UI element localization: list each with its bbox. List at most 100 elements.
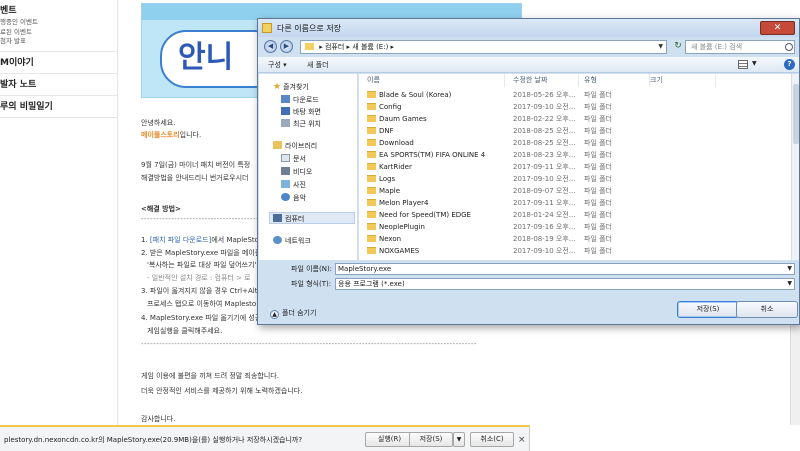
nav-videos[interactable]: 비디오 bbox=[281, 167, 312, 177]
view-dropdown-icon[interactable]: ▼ bbox=[752, 60, 757, 67]
file-row[interactable]: NeoplePlugin 2017-09-16 오후... 파일 폴더 bbox=[359, 221, 791, 233]
column-header-name[interactable]: 이름 bbox=[367, 74, 505, 87]
nav-recent[interactable]: 최근 위치 bbox=[281, 119, 321, 129]
chevron-down-icon: ▼ bbox=[456, 436, 462, 443]
file-name: Need for Speed(TM) EDGE bbox=[379, 211, 471, 219]
nav-downloads[interactable]: 다운로드 bbox=[281, 95, 319, 105]
view-options-icon[interactable] bbox=[738, 60, 748, 69]
file-type: 파일 폴더 bbox=[584, 187, 612, 195]
file-row[interactable]: Daum Games 2018-02-22 오후... 파일 폴더 bbox=[359, 113, 791, 125]
file-date: 2017-09-10 오전... bbox=[513, 103, 576, 111]
file-row[interactable]: Logs 2017-09-10 오전... 파일 폴더 bbox=[359, 173, 791, 185]
nav-pictures[interactable]: 사진 bbox=[281, 180, 306, 190]
file-name: Logs bbox=[379, 175, 396, 183]
breadcrumb-volume[interactable]: 새 볼륨 (E:) bbox=[352, 43, 388, 51]
article-step-4: 4. MapleStory.exe 파일 옮기기에 성공 bbox=[141, 314, 262, 322]
file-date: 2018-08-25 오전... bbox=[513, 127, 576, 135]
file-name: DNF bbox=[379, 127, 394, 135]
nav-item-diary[interactable]: 루의 비밀일기 bbox=[0, 96, 117, 118]
filename-value: MapleStory.exe bbox=[338, 265, 392, 273]
nav-desktop[interactable]: 바탕 화면 bbox=[281, 107, 321, 117]
forward-arrow-icon[interactable]: ▶ bbox=[280, 40, 293, 53]
file-type: 파일 폴더 bbox=[584, 175, 612, 183]
download-folder-icon bbox=[281, 95, 290, 103]
file-list-scrollbar[interactable] bbox=[791, 74, 799, 260]
folder-icon bbox=[367, 163, 376, 170]
file-name: Config bbox=[379, 103, 402, 111]
save-options-dropdown[interactable]: ▼ bbox=[453, 432, 465, 447]
filetype-select[interactable]: 응용 프로그램 (*.exe) ▼ bbox=[335, 278, 795, 290]
back-arrow-icon[interactable]: ◀ bbox=[264, 40, 277, 53]
file-date: 2017-09-11 오후... bbox=[513, 163, 576, 171]
nav-favorites[interactable]: ★ 즐겨찾기 bbox=[273, 82, 309, 92]
file-date: 2017-09-11 오후... bbox=[513, 199, 576, 207]
run-button[interactable]: 실행(R) bbox=[365, 432, 414, 447]
save-button[interactable]: 저장(S) bbox=[409, 432, 453, 447]
file-row[interactable]: Config 2017-09-10 오전... 파일 폴더 bbox=[359, 101, 791, 113]
dialog-save-button[interactable]: 저장(S) bbox=[677, 301, 739, 318]
article-line: 9월 7일(금) 마이너 패치 버전이 특정 bbox=[141, 161, 251, 169]
search-icon[interactable] bbox=[785, 43, 793, 51]
browser-scrollbar[interactable] bbox=[790, 325, 800, 425]
folder-icon bbox=[367, 199, 376, 206]
nav-event-head[interactable]: 벤트 bbox=[0, 0, 117, 18]
nav-event-winners[interactable]: 첨자 발표 bbox=[0, 37, 117, 51]
new-folder-button[interactable]: 새 폴더 bbox=[307, 60, 329, 70]
star-icon: ★ bbox=[273, 82, 282, 92]
save-as-dialog: 다른 이름으로 저장 ✕ ◀ ▶ ▸ 컴퓨터 ▸ 새 볼륨 (E:) ▸ ▼ ↻… bbox=[257, 18, 800, 325]
dialog-cancel-button[interactable]: 취소 bbox=[736, 301, 798, 318]
nav-libraries[interactable]: 라이브러리 bbox=[273, 141, 317, 151]
breadcrumb-computer[interactable]: 컴퓨터 bbox=[325, 43, 344, 51]
file-row[interactable]: Download 2018-08-25 오전... 파일 폴더 bbox=[359, 137, 791, 149]
folder-icon bbox=[367, 103, 376, 110]
nav-music[interactable]: 음악 bbox=[281, 193, 306, 203]
article-step-2: 2. 받은 MapleStory.exe 파일을 메이플 bbox=[141, 249, 262, 257]
patch-download-link[interactable]: [패치 파일 다운로드] bbox=[150, 236, 211, 244]
hide-folders-label: 폴더 숨기기 bbox=[282, 309, 317, 317]
navigation-pane: ★ 즐겨찾기 다운로드 바탕 화면 최근 위치 라이브러리 문서 비디오 사진 음… bbox=[259, 74, 358, 260]
file-row[interactable]: Blade & Soul (Korea) 2018-05-26 오후... 파일 폴… bbox=[359, 89, 791, 101]
article-greeting: 안녕하세요. bbox=[141, 119, 176, 127]
file-name: Download bbox=[379, 139, 414, 147]
cancel-button[interactable]: 취소(C) bbox=[470, 432, 514, 447]
nav-item-story[interactable]: M이야기 bbox=[0, 52, 117, 74]
refresh-icon[interactable]: ↻ bbox=[671, 40, 685, 54]
file-row[interactable]: Nexon 2018-08-19 오후... 파일 폴더 bbox=[359, 233, 791, 245]
organize-menu[interactable]: 구성 ▾ bbox=[268, 60, 287, 70]
file-row[interactable]: KartRider 2017-09-11 오후... 파일 폴더 bbox=[359, 161, 791, 173]
file-row[interactable]: DNF 2018-08-25 오전... 파일 폴더 bbox=[359, 125, 791, 137]
nav-label: 최근 위치 bbox=[293, 120, 321, 128]
scroll-thumb[interactable] bbox=[793, 84, 799, 144]
file-row[interactable]: Need for Speed(TM) EDGE 2018-01-24 오전... 파… bbox=[359, 209, 791, 221]
column-header-size[interactable]: 크기 bbox=[650, 74, 716, 87]
dialog-close-button[interactable]: ✕ bbox=[760, 21, 795, 35]
nav-event-ended[interactable]: 료된 이벤트 bbox=[0, 28, 117, 38]
help-icon[interactable]: ? bbox=[784, 59, 795, 70]
folder-icon bbox=[367, 187, 376, 194]
hide-folders-toggle[interactable]: ▲ 폴더 숨기기 bbox=[270, 308, 316, 319]
filename-input[interactable]: MapleStory.exe ▼ bbox=[335, 263, 795, 275]
file-row[interactable]: Melon Player4 2017-09-11 오후... 파일 폴더 bbox=[359, 197, 791, 209]
nav-label: 컴퓨터 bbox=[285, 215, 305, 223]
chevron-down-icon[interactable]: ▼ bbox=[787, 279, 792, 289]
close-icon[interactable]: × bbox=[518, 435, 526, 445]
column-header-date[interactable]: 수정한 날짜 bbox=[513, 74, 579, 87]
search-input[interactable]: 새 볼륨 (E:) 검색 bbox=[685, 40, 795, 54]
nav-label: 비디오 bbox=[293, 168, 313, 176]
nav-event-ongoing[interactable]: 행중인 이벤트 bbox=[0, 18, 117, 28]
nav-network[interactable]: 네트워크 bbox=[273, 236, 311, 246]
chevron-down-icon[interactable]: ▼ bbox=[787, 264, 792, 274]
file-row[interactable]: Maple 2018-09-07 오전... 파일 폴더 bbox=[359, 185, 791, 197]
nav-computer[interactable]: 컴퓨터 bbox=[273, 214, 304, 224]
address-dropdown-icon[interactable]: ▼ bbox=[658, 41, 663, 53]
nav-item-dev-note[interactable]: 발자 노트 bbox=[0, 74, 117, 96]
file-row[interactable]: NOXGAMES 2017-09-10 오전... 파일 폴더 bbox=[359, 245, 791, 257]
desktop-icon bbox=[281, 107, 290, 115]
nav-documents[interactable]: 문서 bbox=[281, 154, 306, 164]
nav-event-section: 벤트 행중인 이벤트 료된 이벤트 첨자 발표 bbox=[0, 0, 117, 52]
column-header-type[interactable]: 유형 bbox=[584, 74, 650, 87]
folder-icon bbox=[367, 115, 376, 122]
address-bar[interactable]: ▸ 컴퓨터 ▸ 새 볼륨 (E:) ▸ ▼ bbox=[300, 40, 667, 54]
file-row[interactable]: EA SPORTS(TM) FIFA ONLINE 4 2018-08-23 오후… bbox=[359, 149, 791, 161]
dialog-titlebar[interactable]: 다른 이름으로 저장 ✕ bbox=[258, 19, 799, 37]
